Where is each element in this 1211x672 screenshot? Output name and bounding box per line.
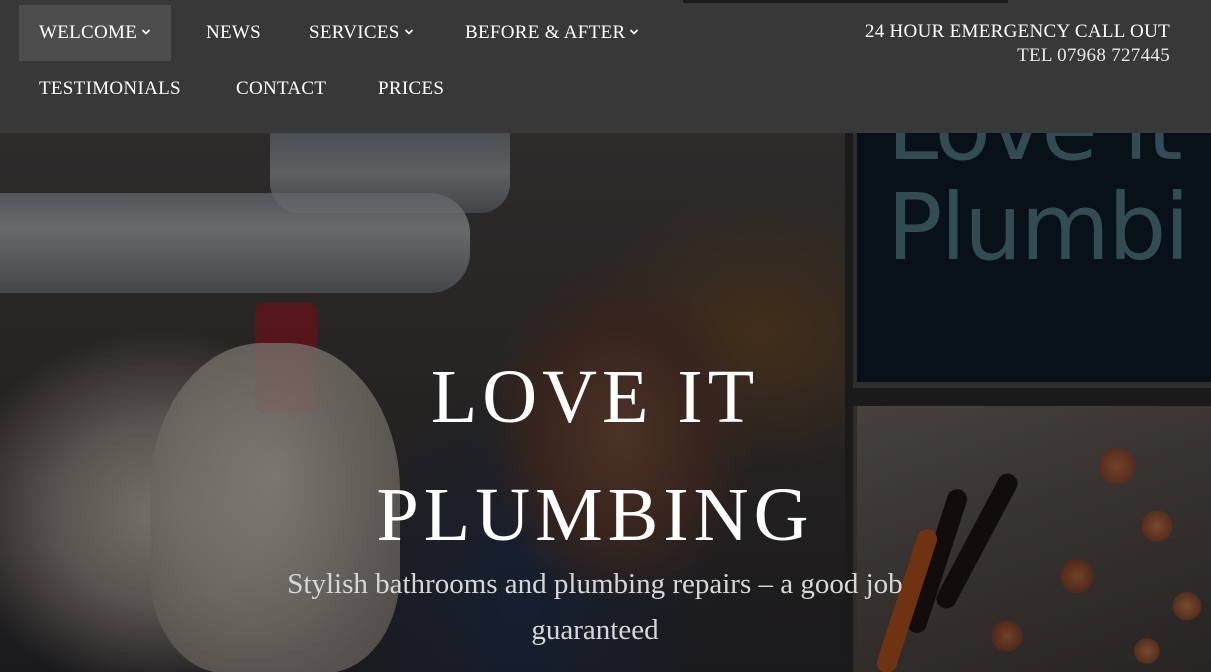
nav-item-label: SERVICES bbox=[309, 22, 400, 43]
hero-subtitle: Stylish bathrooms and plumbing repairs –… bbox=[287, 568, 903, 646]
nav-item-label: NEWS bbox=[206, 22, 262, 43]
phone-number[interactable]: TEL 07968 727445 bbox=[865, 44, 1170, 68]
nav-item-news[interactable]: NEWS bbox=[186, 5, 281, 61]
nav-item-before-after[interactable]: BEFORE & AFTER bbox=[445, 5, 659, 61]
nav-item-testimonials[interactable]: TESTIMONIALS bbox=[19, 61, 201, 117]
nav-item-welcome[interactable]: WELCOME bbox=[19, 5, 172, 61]
chevron-down-icon bbox=[141, 27, 151, 37]
emergency-callout: 24 HOUR EMERGENCY CALL OUT TEL 07968 727… bbox=[865, 20, 1170, 68]
nav-item-label: TESTIMONIALS bbox=[39, 78, 181, 99]
hero-title-line: LOVE IT bbox=[430, 355, 760, 439]
chevron-down-icon bbox=[629, 27, 639, 37]
emergency-line: 24 HOUR EMERGENCY CALL OUT bbox=[864, 21, 1170, 42]
nav-item-services[interactable]: SERVICES bbox=[289, 5, 434, 61]
hero-section: Love it Plumbi LOVE IT PLUMBING Stylish … bbox=[0, 133, 1211, 672]
nav-item-label: WELCOME bbox=[39, 22, 138, 43]
nav-item-label: BEFORE & AFTER bbox=[465, 22, 626, 43]
hero-title-line: PLUMBING bbox=[376, 473, 814, 557]
nav-item-label: CONTACT bbox=[236, 78, 327, 99]
main-navbar: WELCOME NEWS SERVICES BEFORE & AFTER TES… bbox=[0, 0, 1211, 133]
hero-title: LOVE IT PLUMBING bbox=[0, 338, 1190, 574]
navbar-top-strip bbox=[683, 0, 1008, 3]
nav-item-label: PRICES bbox=[378, 78, 445, 99]
nav-item-contact[interactable]: CONTACT bbox=[216, 61, 346, 117]
nav-item-prices[interactable]: PRICES bbox=[358, 61, 464, 117]
chevron-down-icon bbox=[404, 27, 414, 37]
